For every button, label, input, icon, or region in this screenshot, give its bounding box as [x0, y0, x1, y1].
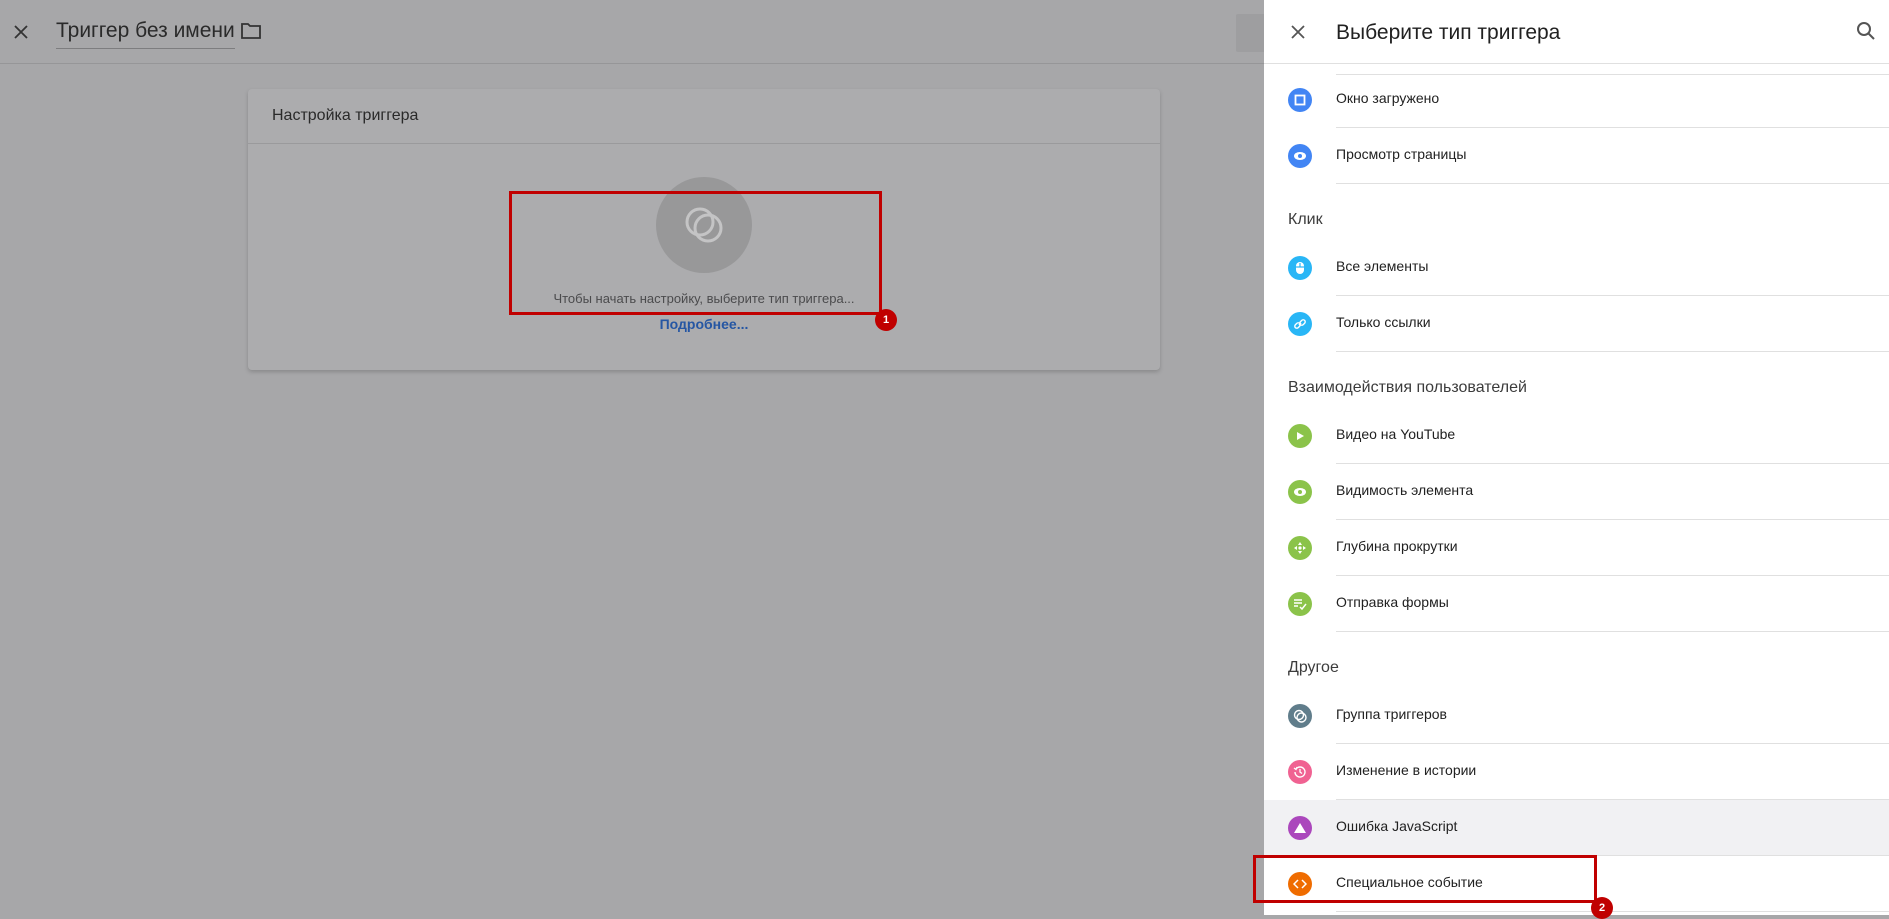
- card-title: Настройка триггера: [248, 89, 1160, 144]
- panel-title: Выберите тип триггера: [1336, 21, 1561, 44]
- trigger-type-label: Ошибка JavaScript: [1336, 818, 1458, 834]
- annotation-box-2: [1253, 855, 1597, 903]
- close-panel-button[interactable]: [1286, 20, 1310, 44]
- folder-button[interactable]: [240, 21, 264, 45]
- trigger-type-label: Глубина прокрутки: [1336, 538, 1458, 554]
- trigger-type-history-change[interactable]: Изменение в истории: [1264, 744, 1889, 800]
- trigger-type-label: Все элементы: [1336, 258, 1429, 274]
- window-icon: [1288, 88, 1312, 112]
- trigger-type-element-visibility[interactable]: Видимость элемента: [1264, 464, 1889, 520]
- trigger-type-youtube-video[interactable]: Видео на YouTube: [1264, 408, 1889, 464]
- scroll-icon: [1288, 536, 1312, 560]
- learn-more-link[interactable]: Подробнее...: [248, 316, 1160, 332]
- eye-icon: [1288, 480, 1312, 504]
- trigger-type-javascript-error[interactable]: Ошибка JavaScript: [1264, 800, 1889, 856]
- trigger-type-label: Группа триггеров: [1336, 706, 1447, 722]
- trigger-type-label: Просмотр страницы: [1336, 146, 1467, 162]
- eye-icon: [1288, 144, 1312, 168]
- editor-toolbar: Триггер без имени: [0, 0, 1296, 64]
- search-button[interactable]: [1856, 21, 1878, 43]
- trigger-type-trigger-group[interactable]: Группа триггеров: [1264, 688, 1889, 744]
- trigger-type-window-loaded[interactable]: Окно загружено: [1264, 72, 1889, 128]
- section-heading-user-engagement: Взаимодействия пользователей: [1288, 379, 1527, 396]
- trigger-type-form-submission[interactable]: Отправка формы: [1264, 576, 1889, 632]
- trigger-type-label: Окно загружено: [1336, 90, 1440, 106]
- trigger-type-label: Отправка формы: [1336, 594, 1449, 610]
- search-icon: [1857, 22, 1875, 40]
- warning-icon: [1288, 816, 1312, 840]
- section-heading-other: Другое: [1288, 659, 1339, 676]
- close-icon: [14, 25, 28, 39]
- play-icon: [1288, 424, 1312, 448]
- close-icon: [1291, 25, 1305, 39]
- trigger-type-all-elements[interactable]: Все элементы: [1264, 240, 1889, 296]
- folder-icon: [241, 23, 261, 39]
- trigger-type-links-only[interactable]: Только ссылки: [1264, 296, 1889, 352]
- trigger-type-panel: Выберите тип триггера Окно загружено Про…: [1264, 0, 1889, 915]
- trigger-name-field[interactable]: Триггер без имени: [56, 18, 235, 49]
- trigger-type-label: Только ссылки: [1336, 314, 1431, 330]
- link-icon: [1288, 312, 1312, 336]
- section-heading-click: Клик: [1288, 211, 1323, 228]
- trigger-type-scroll-depth[interactable]: Глубина прокрутки: [1264, 520, 1889, 576]
- annotation-badge-2: 2: [1591, 897, 1613, 919]
- trigger-type-label: Видео на YouTube: [1336, 426, 1456, 442]
- trigger-group-icon: [1288, 704, 1312, 728]
- panel-header: Выберите тип триггера: [1264, 0, 1889, 64]
- form-icon: [1288, 592, 1312, 616]
- history-icon: [1288, 760, 1312, 784]
- mouse-icon: [1288, 256, 1312, 280]
- trigger-type-label: Изменение в истории: [1336, 762, 1477, 778]
- close-editor-button[interactable]: [9, 20, 33, 44]
- trigger-type-page-view[interactable]: Просмотр страницы: [1264, 128, 1889, 184]
- trigger-type-label: Видимость элемента: [1336, 482, 1474, 498]
- annotation-box-1: [509, 191, 882, 315]
- annotation-badge-1: 1: [875, 309, 897, 331]
